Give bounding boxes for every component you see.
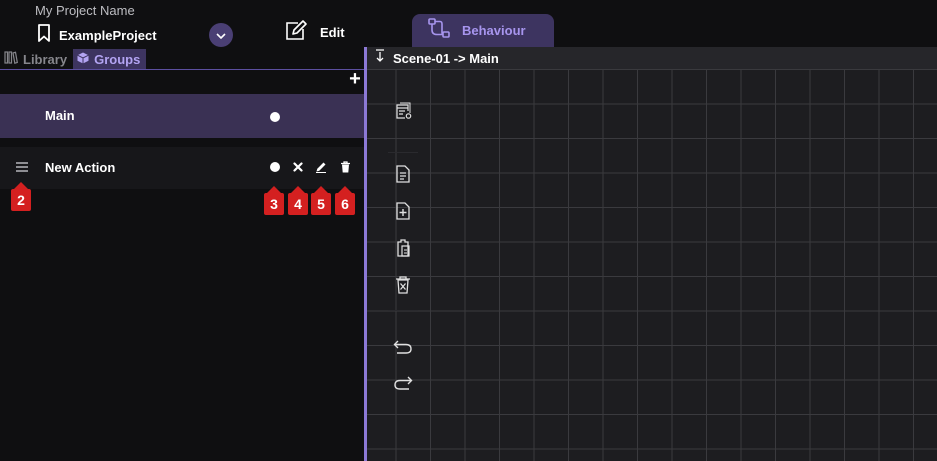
document-icon: [396, 165, 410, 183]
callout-badge: 4: [288, 186, 308, 215]
rename-group-button[interactable]: [315, 161, 327, 173]
redo-icon: [394, 376, 413, 390]
add-document-icon: [396, 202, 410, 220]
groups-panel: Library Groups + Main New Action: [0, 47, 364, 461]
delete-icon: [396, 276, 410, 294]
canvas-toolbar: [388, 96, 418, 406]
delete-button[interactable]: [392, 274, 414, 296]
undo-button[interactable]: [392, 336, 414, 358]
document-button[interactable]: [392, 163, 414, 185]
add-document-button[interactable]: [392, 200, 414, 222]
group-item-new-action[interactable]: New Action: [0, 147, 364, 189]
trash-icon: [340, 161, 350, 173]
tab-edit[interactable]: Edit: [284, 19, 345, 46]
tab-edit-label: Edit: [320, 25, 345, 40]
project-name-row[interactable]: ExampleProject: [37, 24, 157, 47]
paste-icon: [397, 239, 410, 257]
close-group-button[interactable]: [292, 161, 304, 173]
select-group-button[interactable]: [269, 161, 281, 173]
canvas-header: Scene-01 -> Main: [367, 47, 937, 69]
table-settings-icon: [396, 102, 412, 119]
behaviour-graph-canvas[interactable]: [367, 69, 937, 461]
add-group-button[interactable]: +: [348, 69, 362, 89]
arrow-down-to-line-icon: [375, 49, 385, 67]
close-icon: [293, 162, 303, 172]
tab-library[interactable]: Library: [0, 49, 73, 69]
undo-icon: [393, 340, 412, 354]
callout-badge: 3: [264, 186, 284, 215]
circle-icon: [270, 162, 280, 172]
top-bar: My Project Name ExampleProject Edit Beha…: [0, 0, 937, 47]
tab-library-label: Library: [23, 51, 68, 67]
flow-icon: [428, 18, 450, 43]
tab-groups-label: Groups: [94, 51, 141, 67]
project-caption: My Project Name: [35, 3, 135, 18]
selected-indicator-icon[interactable]: [270, 112, 280, 122]
callout-badge: 6: [335, 186, 355, 215]
project-dropdown-button[interactable]: [209, 23, 233, 47]
callout-badge: 5: [311, 186, 331, 215]
group-label: Main: [45, 108, 75, 123]
callout-badge: 2: [11, 182, 31, 211]
panel-tab-divider: [0, 69, 364, 70]
delete-group-button[interactable]: [339, 161, 351, 173]
toolbar-divider: [388, 310, 418, 311]
chevron-down-icon: [216, 26, 226, 44]
tab-behaviour[interactable]: Behaviour: [412, 14, 554, 47]
paste-button[interactable]: [392, 237, 414, 259]
edit-icon: [284, 19, 308, 46]
drag-handle-icon[interactable]: [16, 162, 28, 172]
redo-button[interactable]: [392, 372, 414, 394]
library-icon: [4, 51, 18, 67]
pencil-icon: [316, 162, 326, 173]
table-settings-button[interactable]: [392, 100, 414, 122]
breadcrumb: Scene-01 -> Main: [393, 50, 499, 66]
panel-tabs: Library Groups: [0, 49, 147, 69]
group-label: New Action: [45, 160, 116, 175]
tab-behaviour-label: Behaviour: [462, 23, 526, 38]
toolbar-divider: [388, 152, 418, 153]
bookmark-icon: [37, 24, 51, 47]
group-item-main[interactable]: Main: [0, 94, 364, 138]
tab-groups[interactable]: Groups: [73, 49, 147, 69]
project-name: ExampleProject: [59, 28, 157, 43]
cube-icon: [77, 52, 89, 67]
